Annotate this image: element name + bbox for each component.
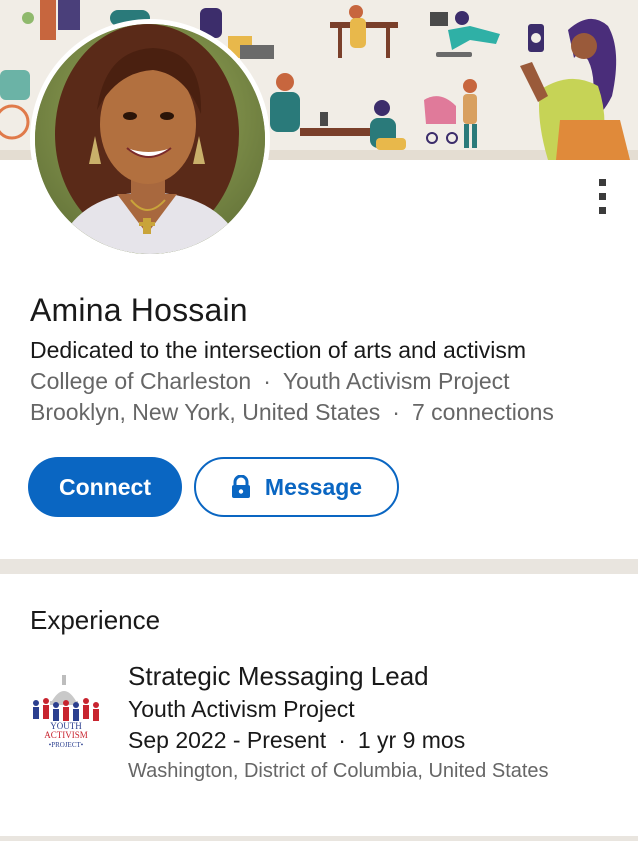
separator-dot: · <box>338 727 346 753</box>
company-logo[interactable]: YOUTH ACTIVISM •PROJECT• <box>22 667 106 751</box>
more-vertical-icon-dot <box>598 206 606 214</box>
separator-dot: · <box>263 368 271 394</box>
profile-school[interactable]: College of Charleston <box>30 368 251 394</box>
experience-date-range: Sep 2022 - Present <box>128 727 327 753</box>
connect-button[interactable]: Connect <box>28 457 182 517</box>
section-divider <box>0 836 638 841</box>
profile-location-line: Brooklyn, New York, United States · 7 conn… <box>30 399 554 426</box>
profile-company[interactable]: Youth Activism Project <box>283 368 510 394</box>
lock-icon <box>231 475 251 499</box>
section-divider <box>0 559 638 574</box>
profile-connections[interactable]: 7 connections <box>412 399 554 425</box>
experience-job-title[interactable]: Strategic Messaging Lead <box>128 661 429 692</box>
experience-location: Washington, District of Columbia, United… <box>128 760 549 782</box>
message-button[interactable]: Message <box>194 457 399 517</box>
experience-dates: Sep 2022 - Present · 1 yr 9 mos <box>128 727 465 754</box>
profile-affiliations: College of Charleston · Youth Activism Pro… <box>30 368 510 395</box>
experience-duration: 1 yr 9 mos <box>357 727 466 753</box>
separator-dot: · <box>392 399 400 425</box>
message-button-label: Message <box>264 473 363 500</box>
more-vertical-icon-dot <box>598 178 606 186</box>
youth-activism-project-logo: YOUTH ACTIVISM •PROJECT• <box>22 667 106 751</box>
profile-avatar[interactable] <box>30 19 270 259</box>
more-vertical-icon-dot <box>598 192 606 200</box>
svg-text:ACTIVISM: ACTIVISM <box>44 730 88 740</box>
profile-name: Amina Hossain <box>30 292 248 328</box>
connect-button-label: Connect <box>59 473 151 500</box>
more-options-button[interactable] <box>584 172 620 220</box>
profile-location: Brooklyn, New York, United States <box>30 399 381 425</box>
profile-headline: Dedicated to the intersection of arts an… <box>30 337 527 363</box>
svg-text:•PROJECT•: •PROJECT• <box>49 741 84 749</box>
experience-section-title: Experience <box>30 605 161 635</box>
avatar-photo <box>35 24 265 254</box>
experience-company: Youth Activism Project <box>128 696 355 722</box>
